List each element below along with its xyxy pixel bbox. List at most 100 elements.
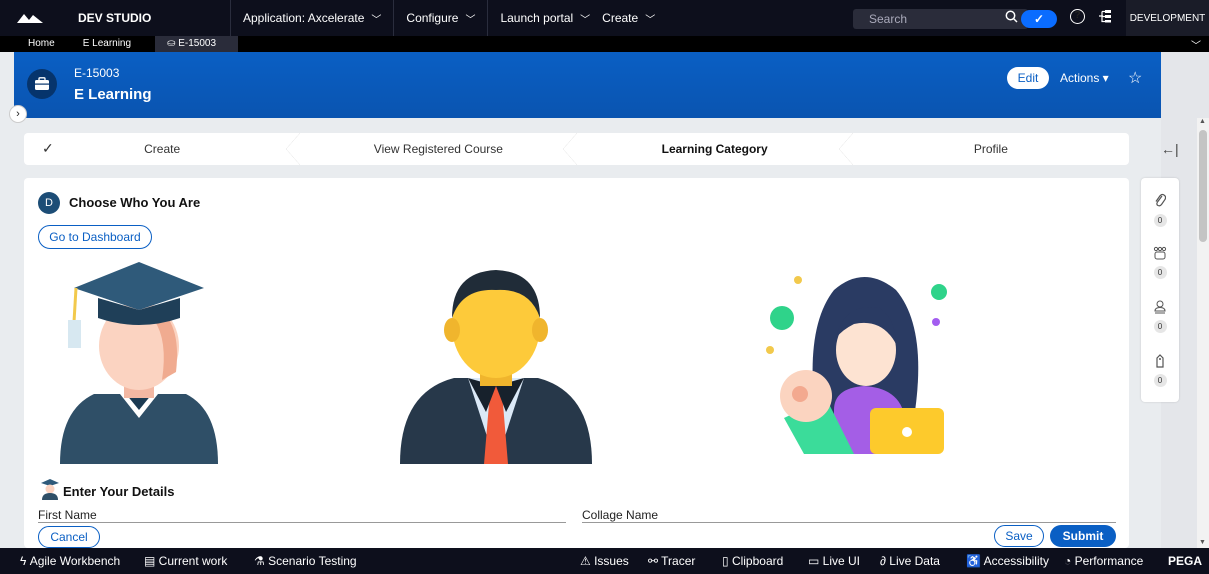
flask-icon: ⚗ [254,554,269,568]
utilities-panel: 0 0 0 0 [1141,178,1179,402]
current-work-button[interactable]: ▤ Current work [144,554,227,568]
tracer-label: Tracer [661,554,696,568]
followers-utility[interactable]: 0 [1141,300,1179,333]
stakeholders-count: 0 [1153,266,1167,279]
chevron-down-icon: ﹀ [371,14,382,26]
people-icon [1141,246,1179,263]
menu-create[interactable]: Create ﹀ [602,0,667,36]
case-header: E-15003 E Learning Edit Actions ▾ ☆ [14,52,1161,118]
tab-bar: Home E Learning ⛀ E-15003 ﹀ [0,36,1209,52]
expand-sidebar-icon[interactable]: › [9,105,27,123]
stage-view-registered-course[interactable]: View Registered Course [300,133,577,165]
college-name-label: Collage Name [582,508,659,522]
chevron-down-icon: ﹀ [465,14,476,26]
chevron-down-icon[interactable]: ﹀ [1191,37,1201,52]
live-ui-button[interactable]: ▭ Live UI [808,554,860,568]
clipboard-icon: ▯ [722,554,732,568]
tab-e-learning[interactable]: E Learning [69,36,145,52]
search-input[interactable]: Search [853,9,1028,29]
collapse-panel-icon[interactable]: ←| [1161,141,1179,157]
tags-count: 0 [1153,374,1167,387]
edit-button[interactable]: Edit [1007,67,1049,89]
case-title: E Learning [74,86,152,103]
studio-name[interactable]: DEV STUDIO [60,11,230,25]
app-explorer-icon[interactable] [1098,9,1112,26]
agile-workbench-button[interactable]: ϟ Agile Workbench [20,554,120,568]
pega-logo[interactable] [0,0,60,36]
check-toggle[interactable]: ✓ [1021,10,1057,28]
scroll-thumb[interactable] [1199,130,1207,242]
menu-create-label: Create [602,11,639,25]
stakeholders-utility[interactable]: 0 [1141,246,1179,279]
live-ui-icon: ▭ [808,554,823,568]
stage-create[interactable]: Create [24,133,301,165]
tab-case-label: E-15003 [178,38,217,49]
issues-button[interactable]: ⚠ Issues [580,554,629,568]
issues-label: Issues [594,554,629,568]
current-work-label: Current work [158,554,228,568]
stage-learning-category[interactable]: Learning Category [577,133,854,165]
save-button[interactable]: Save [994,525,1044,547]
tracer-button[interactable]: ⚯ Tracer [648,554,695,568]
scroll-down-icon[interactable]: ▼ [1199,539,1206,546]
list-icon: ▤ [144,554,159,568]
accessibility-icon: ♿ [966,554,984,568]
logo-icon [17,14,43,23]
performance-button[interactable]: ◔ Performance [1064,554,1143,568]
chevron-down-icon: ﹀ [645,14,656,26]
stage-bar: ✓ Create View Registered Course Learning… [24,133,1129,165]
menu-application-label: Application: Axcelerate [243,11,365,25]
stage-profile[interactable]: Profile [853,133,1129,165]
briefcase-icon [27,69,57,99]
scenario-testing-label: Scenario Testing [268,554,357,568]
parent-persona-image[interactable] [764,268,964,458]
clipboard-button[interactable]: ▯ Clipboard [722,554,783,568]
clipboard-label: Clipboard [731,554,784,568]
pega-brand: PEGA [1168,554,1203,568]
chevron-down-icon: ﹀ [580,14,591,26]
graduate-icon [40,478,60,503]
scrollbar[interactable]: ▲ ▼ [1197,118,1209,548]
accessibility-label: Accessibility [983,554,1049,568]
tab-case[interactable]: ⛀ E-15003 [155,36,239,52]
live-data-button[interactable]: ∂ Live Data [880,554,940,568]
live-ui-label: Live UI [822,554,861,568]
actions-menu[interactable]: Actions ▾ [1060,71,1109,85]
performance-label: Performance [1074,554,1144,568]
professional-persona-image[interactable] [396,262,596,464]
help-icon[interactable]: ? [1070,9,1085,24]
submit-button[interactable]: Submit [1050,525,1116,547]
tags-utility[interactable]: 0 [1141,354,1179,387]
paperclip-icon [1141,192,1179,211]
first-name-label: First Name [38,508,97,522]
live-data-icon: ∂ [880,554,890,568]
scroll-up-icon[interactable]: ▲ [1199,118,1206,125]
follow-icon [1141,300,1179,317]
tag-icon [1141,354,1179,371]
graduate-persona-image[interactable] [54,260,224,464]
menu-application[interactable]: Application: Axcelerate ﹀ [230,0,393,36]
menu-configure[interactable]: Configure ﹀ [393,0,487,36]
cancel-button[interactable]: Cancel [38,526,100,548]
first-name-input[interactable] [38,522,566,523]
followers-count: 0 [1153,320,1167,333]
menu-launch-portal[interactable]: Launch portal ﹀ [487,0,602,36]
briefcase-icon: ⛀ [167,38,179,49]
star-icon[interactable]: ☆ [1128,68,1142,88]
step-badge: D [38,192,60,214]
go-to-dashboard-button[interactable]: Go to Dashboard [38,225,152,249]
details-section-title: Enter Your Details [63,484,175,499]
college-name-input[interactable] [582,522,1116,523]
warning-icon: ⚠ [580,554,595,568]
lightning-icon: ϟ [20,554,30,568]
scenario-testing-button[interactable]: ⚗ Scenario Testing [254,554,357,568]
live-data-label: Live Data [889,554,940,568]
developer-toolbar: ϟ Agile Workbench ▤ Current work ⚗ Scena… [0,548,1209,574]
case-id: E-15003 [74,66,120,80]
attachments-utility[interactable]: 0 [1141,192,1179,227]
search-icon[interactable] [1005,10,1018,26]
tab-home[interactable]: Home [0,36,69,52]
accessibility-button[interactable]: ♿ Accessibility [966,554,1049,568]
attachments-count: 0 [1153,214,1167,227]
section-title: Choose Who You Are [69,195,201,210]
